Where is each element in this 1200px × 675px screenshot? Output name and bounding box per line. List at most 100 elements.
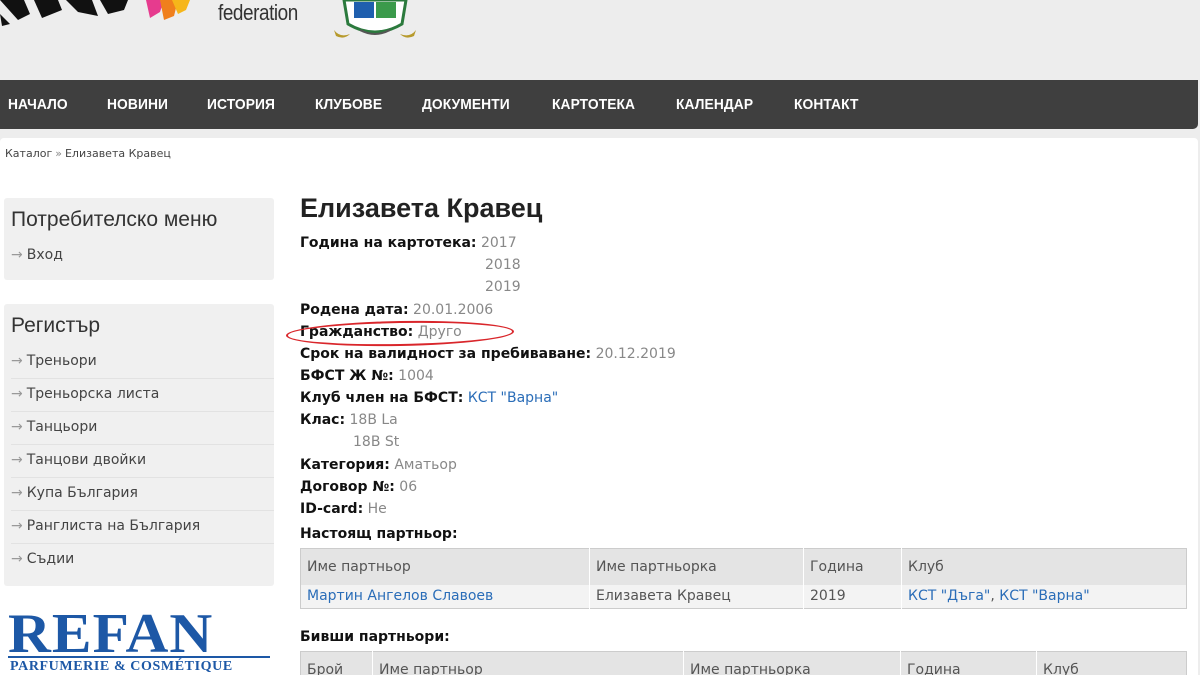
column-header: Име партньорка [589,548,804,585]
year-cell: 2019 [803,584,902,609]
arrow-right-icon: → [11,419,23,435]
partner-female-cell: Елизавета Кравец [589,584,804,609]
club-separator: , [990,588,1000,605]
field-value: 20.12.2019 [595,346,676,362]
class-value: 18B St [353,434,400,450]
sponsor-tagline: PARFUMERIE & COSMÉTIQUE [10,659,233,674]
category-field: Категория: Аматьор [300,454,457,476]
column-header: Година [803,548,902,585]
idcard-field: ID-card: Не [300,498,387,520]
column-header: Година [900,651,1037,675]
field-value: 1004 [398,368,434,384]
breadcrumb-separator: » [55,147,62,160]
arrow-right-icon: → [11,452,23,468]
sidebar-item-coach-list[interactable]: → Треньорска листа [11,379,274,412]
arrow-right-icon: → [11,353,23,369]
class-field: Клас: 18B La [300,409,398,431]
sidebar-item-bulgaria-cup[interactable]: → Купа България [11,478,274,511]
sidebar-item-label: Танцови двойки [26,452,147,468]
field-value: 06 [399,479,418,495]
user-menu-title: Потребителско меню [11,208,218,231]
registry-year-value: 2019 [485,279,521,295]
current-partner-heading: Настоящ партньор: [300,523,458,545]
registry-years-field: Година на картотека: 2017 [300,232,517,254]
column-header: Име партньор [300,548,590,585]
sidebar-item-label: Купа България [26,485,138,501]
sidebar-item-ranking[interactable]: → Ранглиста на България [11,511,274,544]
register-title: Регистър [11,314,101,337]
table-row: Мартин Ангелов Славоев Елизавета Кравец … [300,584,1187,609]
field-label: Клас: [300,412,346,428]
sidebar-item-judges[interactable]: → Съдии [11,544,274,577]
nav-item-calendar[interactable]: КАЛЕНДАР [676,96,753,113]
section-heading: Настоящ партньор: [300,526,458,542]
past-partners-heading: Бивши партньори: [300,626,450,648]
club-link[interactable]: КСТ "Варна" [999,588,1089,604]
table-header-row: Брой Име партньор Име партньорка Година … [300,651,1187,675]
sidebar-item-label: Треньори [26,353,97,369]
residence-validity-field: Срок на валидност за пребиваване: 20.12.… [300,343,676,365]
user-menu-block: Потребителско меню → Вход [4,198,274,280]
sidebar-item-dance-couples[interactable]: → Танцови двойки [11,445,274,478]
arrow-right-icon: → [11,551,23,567]
nav-item-news[interactable]: НОВИНИ [107,96,168,113]
club-link[interactable]: КСТ "Дъга" [908,588,990,604]
nav-item-registry[interactable]: КАРТОТЕКА [552,96,635,113]
field-value: Аматьор [394,457,457,473]
field-label: БФСТ Ж №: [300,368,394,384]
field-label: Категория: [300,457,390,473]
field-label: Година на картотека: [300,235,477,251]
page-title: Елизавета Кравец [300,193,543,223]
nav-item-contact[interactable]: КОНТАКТ [794,96,859,113]
nav-item-documents[interactable]: ДОКУМЕНТИ [422,96,510,113]
partner-link[interactable]: Мартин Ангелов Славоев [307,588,493,604]
nav-item-clubs[interactable]: КЛУБОВЕ [315,96,382,113]
sidebar-item-coaches[interactable]: → Треньори [11,346,274,379]
site-header: federation [0,0,1200,80]
past-partners-table: Брой Име партньор Име партньорка Година … [300,651,1187,675]
sidebar-item-dancers[interactable]: → Танцьори [11,412,274,445]
club-cell: КСТ "Дъга", КСТ "Варна" [901,584,1187,609]
main-nav: НАЧАЛО НОВИНИ ИСТОРИЯ КЛУБОВЕ ДОКУМЕНТИ … [0,80,1198,129]
column-header: Име партньор [372,651,684,675]
breadcrumb-current: Елизавета Кравец [64,147,171,160]
sidebar-item-login[interactable]: → Вход [11,240,274,273]
sidebar-item-label: Танцьори [26,419,98,435]
column-header: Име партньорка [683,651,901,675]
section-heading: Бивши партньори: [300,629,450,645]
sidebar-item-label: Съдии [26,551,75,567]
column-header: Брой [300,651,373,675]
register-block: Регистър → Треньори → Треньорска листа → Та… [4,304,274,586]
field-label: ID-card: [300,501,364,517]
field-value: 18B La [349,412,398,428]
field-label: Родена дата: [300,302,409,318]
field-value: 2017 [480,235,517,251]
emblem-logo-icon[interactable] [330,0,420,42]
birth-date-field: Родена дата: 20.01.2006 [300,299,493,321]
federation-logo-text[interactable]: federation [218,0,298,26]
sponsor-name: REFAN [8,603,214,665]
club-link[interactable]: КСТ "Варна" [468,390,558,406]
club-field: Клуб член на БФСТ: КСТ "Варна" [300,387,558,409]
field-label: Клуб член на БФСТ: [300,390,464,406]
arrow-right-icon: → [11,247,23,263]
arrow-right-icon: → [11,485,23,501]
sponsor-banner[interactable]: REFAN PARFUMERIE & COSMÉTIQUE [8,605,272,675]
field-label: Договор №: [300,479,395,495]
federation-color-logo-icon[interactable] [140,0,200,28]
sidebar-item-label: Треньорска листа [26,386,160,402]
current-partner-table: Име партньор Име партньорка Година Клуб … [300,548,1187,609]
breadcrumb: Каталог» Елизавета Кравец [5,147,171,160]
nav-item-home[interactable]: НАЧАЛО [8,96,68,113]
field-value: Не [367,501,387,517]
arrow-right-icon: → [11,518,23,534]
nav-item-history[interactable]: ИСТОРИЯ [207,96,275,113]
breadcrumb-catalog-link[interactable]: Каталог [5,147,52,160]
tiger-logo-icon[interactable] [0,0,130,28]
sidebar-item-label: Вход [26,247,63,263]
contract-field: Договор №: 06 [300,476,417,498]
column-header: Клуб [1036,651,1187,675]
field-label: Срок на валидност за пребиваване: [300,346,592,362]
column-header: Клуб [901,548,1187,585]
bfst-number-field: БФСТ Ж №: 1004 [300,365,434,387]
